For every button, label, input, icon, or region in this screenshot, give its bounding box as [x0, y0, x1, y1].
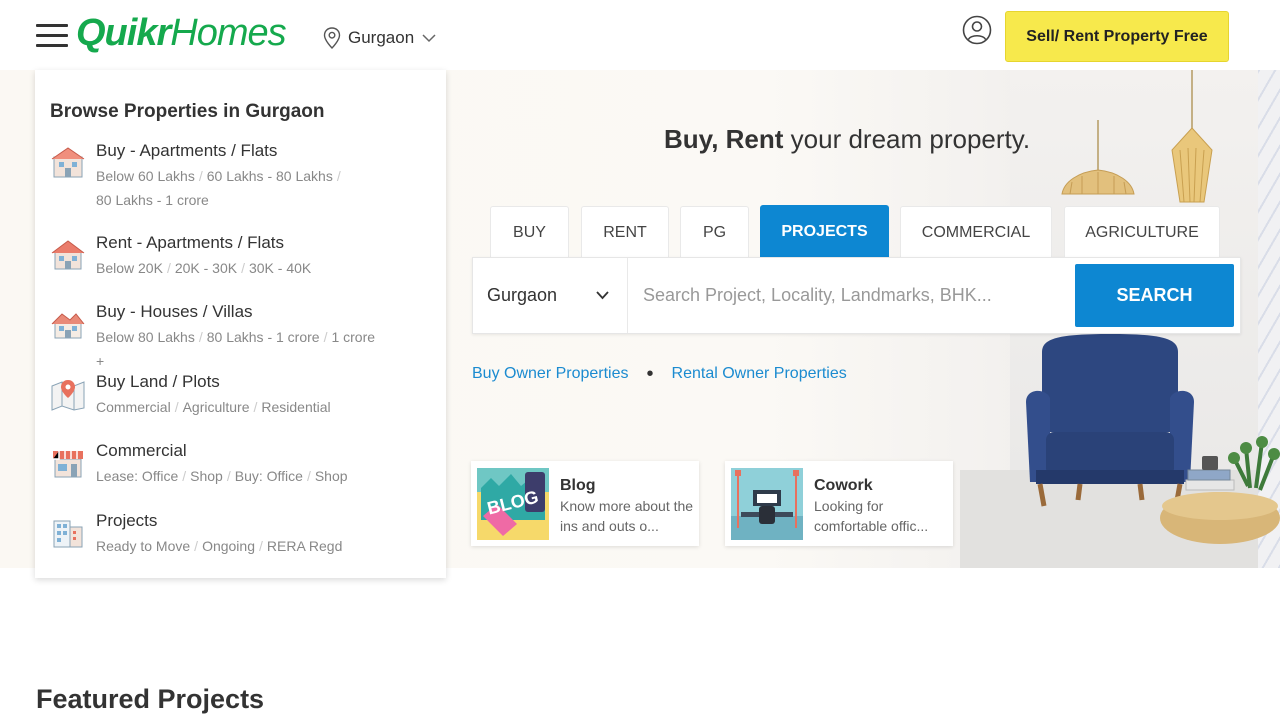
shop-icon: [53, 451, 83, 478]
category-links: Lease: Office / Shop / Buy: Office / Shop: [96, 468, 348, 484]
category-title[interactable]: Commercial: [96, 441, 187, 461]
category-link[interactable]: Shop: [315, 468, 348, 484]
category-link[interactable]: RERA Regd: [267, 538, 342, 554]
category-link[interactable]: 20K - 30K: [175, 260, 237, 276]
category-title[interactable]: Buy - Houses / Villas: [96, 302, 253, 322]
blog-card[interactable]: BLOG Blog Know more about the ins and ou…: [471, 461, 699, 546]
category-link[interactable]: Shop: [190, 468, 223, 484]
hero-title: Buy, Rent your dream property.: [664, 124, 1030, 155]
category-links: Ready to Move / Ongoing / RERA Regd: [96, 538, 343, 554]
card-title: Blog: [560, 477, 596, 494]
tab-rent[interactable]: RENT: [581, 206, 669, 258]
category-link[interactable]: Ready to Move: [96, 538, 190, 554]
rent-house-icon: [51, 240, 85, 270]
card-title: Cowork: [814, 477, 873, 494]
category-link[interactable]: Below 80 Lakhs: [96, 329, 195, 345]
category-title[interactable]: Buy - Apartments / Flats: [96, 141, 277, 161]
blog-thumbnail-image: BLOG: [477, 468, 549, 540]
category-buy-land: Buy Land / Plots Commercial / Agriculture /…: [50, 372, 430, 422]
tab-projects[interactable]: PROJECTS: [760, 205, 889, 258]
search-input[interactable]: [629, 258, 1069, 333]
building-icon: [53, 520, 83, 548]
category-commercial: Commercial Lease: Office / Shop / Buy: Offic…: [50, 441, 430, 491]
category-buy-houses: Buy - Houses / Villas Below 80 Lakhs/80 …: [50, 302, 430, 369]
category-links: Below 20K/20K - 30K/30K - 40K: [96, 260, 312, 276]
hero-title-bold: Buy, Rent: [664, 124, 784, 154]
search-bar: Gurgaon SEARCH: [472, 257, 1241, 334]
category-link[interactable]: 80 Lakhs - 1 crore: [96, 192, 209, 208]
category-title[interactable]: Rent - Apartments / Flats: [96, 233, 284, 253]
category-link[interactable]: 30K - 40K: [249, 260, 311, 276]
search-city-dropdown[interactable]: Gurgaon: [473, 258, 628, 333]
category-title[interactable]: Buy Land / Plots: [96, 372, 220, 392]
plant-basket-image: [1160, 436, 1280, 544]
card-description: Know more about the ins and outs o...: [560, 498, 694, 534]
category-links: Commercial / Agriculture / Residential: [96, 399, 331, 415]
city-selector[interactable]: Gurgaon: [322, 26, 442, 50]
sell-rent-property-button[interactable]: Sell/ Rent Property Free: [1005, 11, 1229, 62]
user-account-icon[interactable]: [962, 15, 992, 45]
tab-pg[interactable]: PG: [680, 206, 749, 258]
featured-projects-heading: Featured Projects: [36, 684, 265, 714]
browse-panel-title: Browse Properties in Gurgaon: [50, 101, 325, 122]
hero-title-rest: your dream property.: [783, 124, 1031, 154]
tab-buy[interactable]: BUY: [490, 206, 569, 258]
quikrhomes-logo[interactable]: Quikr Homes: [76, 12, 287, 58]
city-label: Gurgaon: [348, 28, 415, 47]
rental-owner-properties-link[interactable]: Rental Owner Properties: [672, 365, 847, 383]
owner-properties-links: Buy Owner Properties • Rental Owner Prop…: [472, 362, 847, 386]
site-header: Quikr Homes Gurgaon Sell/ Rent Property F…: [0, 0, 1280, 70]
category-link[interactable]: Lease: Office: [96, 468, 178, 484]
menu-icon[interactable]: [36, 22, 68, 48]
category-link[interactable]: Below 60 Lakhs: [96, 168, 195, 184]
category-buy-apartments: Buy - Apartments / Flats Below 60 Lakhs /…: [50, 141, 430, 211]
category-link[interactable]: Commercial: [96, 399, 171, 415]
chevron-down-icon: [596, 291, 609, 300]
card-description: Looking for comfortable offic...: [814, 498, 929, 534]
category-link[interactable]: Below 20K: [96, 260, 163, 276]
map-pin-icon: [51, 380, 85, 411]
tab-commercial[interactable]: COMMERCIAL: [900, 206, 1052, 258]
tab-agriculture[interactable]: AGRICULTURE: [1064, 206, 1220, 258]
location-pin-icon: [323, 27, 341, 49]
separator-dot: •: [646, 363, 654, 385]
category-link[interactable]: 60 Lakhs - 80 Lakhs: [207, 168, 333, 184]
logo-homes-text: Homes: [170, 12, 286, 54]
villa-icon: [51, 313, 85, 339]
browse-properties-panel: Browse Properties in Gurgaon Buy - Apart…: [35, 70, 446, 578]
cowork-card[interactable]: Cowork Looking for comfortable offic...: [725, 461, 953, 546]
logo-quikr-text: Quikr: [76, 12, 171, 54]
pendant-lamp-image: [1171, 70, 1213, 203]
category-projects: Projects Ready to Move / Ongoing / RERA Regd: [50, 511, 430, 561]
cowork-thumbnail-image: [731, 468, 803, 540]
category-link[interactable]: Buy: Office: [235, 468, 303, 484]
buy-owner-properties-link[interactable]: Buy Owner Properties: [472, 365, 629, 383]
category-link[interactable]: Ongoing: [202, 538, 255, 554]
apartment-icon: [51, 147, 85, 178]
category-links: Below 60 Lakhs/60 Lakhs - 80 Lakhs/80 La…: [96, 168, 341, 208]
search-button[interactable]: SEARCH: [1075, 264, 1234, 327]
chevron-down-icon: [422, 33, 436, 42]
category-rent-apartments: Rent - Apartments / Flats Below 20K/20K …: [50, 233, 430, 283]
category-link[interactable]: Agriculture: [183, 399, 250, 415]
category-title[interactable]: Projects: [96, 511, 157, 531]
category-link[interactable]: Residential: [261, 399, 330, 415]
search-city-value: Gurgaon: [487, 285, 558, 305]
category-links: Below 80 Lakhs/80 Lakhs - 1 crore/1 cror…: [96, 329, 376, 369]
category-link[interactable]: 80 Lakhs - 1 crore: [207, 329, 320, 345]
